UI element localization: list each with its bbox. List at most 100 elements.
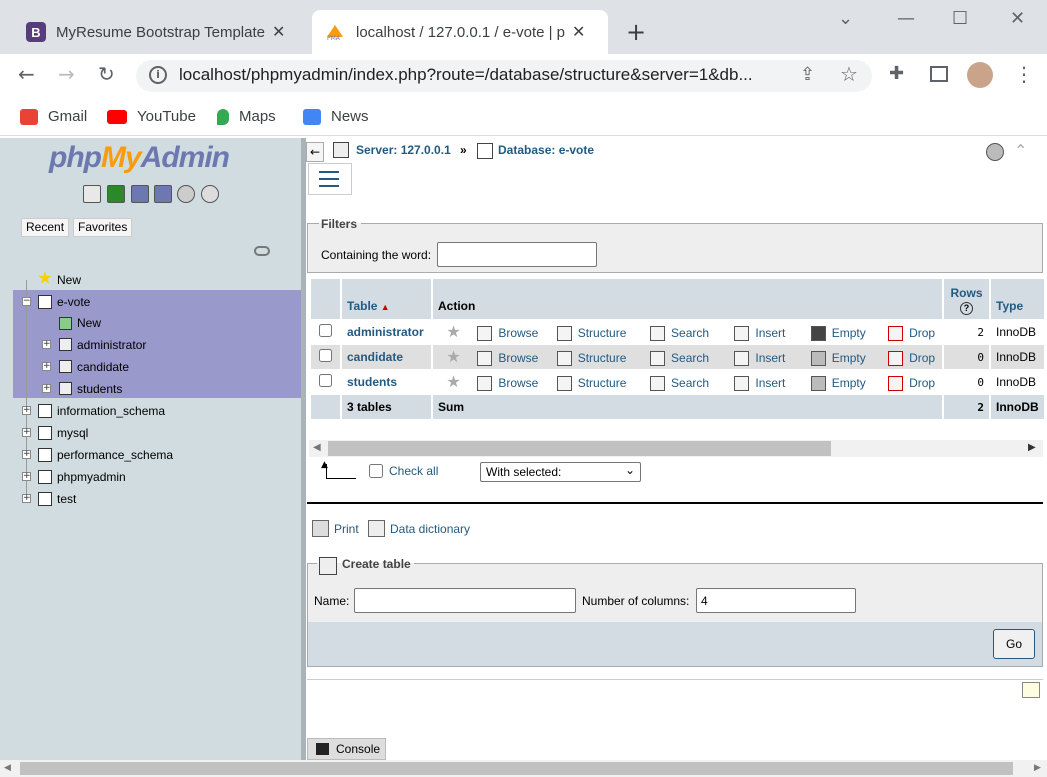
docs-icon[interactable] [131, 185, 149, 203]
bookmark-gmail[interactable]: Gmail [20, 108, 87, 125]
scrollbar-thumb[interactable] [328, 441, 831, 456]
insert-link[interactable]: Insert [755, 326, 785, 340]
insert-link[interactable]: Insert [755, 351, 785, 365]
insert-link[interactable]: Insert [755, 376, 785, 390]
reload-nav-icon[interactable] [201, 185, 219, 203]
empty-link[interactable]: Empty [832, 326, 866, 340]
drop-link[interactable]: Drop [909, 351, 935, 365]
browse-link[interactable]: Browse [498, 376, 538, 390]
structure-link[interactable]: Structure [578, 351, 627, 365]
collapse-icon[interactable]: − [22, 297, 31, 306]
with-selected-select[interactable]: With selected: ⌄ [480, 462, 641, 482]
tab-myresume[interactable]: B MyResume Bootstrap Template - ✕ [14, 10, 310, 54]
notes-icon[interactable] [1022, 682, 1040, 698]
home-icon[interactable] [83, 185, 101, 203]
phpmyadmin-logo[interactable]: phpMyAdmin [49, 141, 230, 175]
new-table-link[interactable]: New [77, 316, 101, 330]
back-icon[interactable]: ← [18, 62, 35, 86]
share-icon[interactable]: ⇪ [800, 64, 815, 85]
new-tab-button[interactable]: + [626, 18, 646, 46]
nav-db-information-schema[interactable]: information_schema [57, 404, 165, 418]
row-checkbox[interactable] [319, 324, 332, 337]
close-window-icon[interactable]: ✕ [1010, 8, 1025, 29]
scroll-right-icon[interactable]: ▶ [1028, 442, 1036, 453]
favorite-star-icon[interactable]: ★ [433, 372, 474, 392]
maximize-icon[interactable]: ☐ [952, 8, 968, 29]
structure-link[interactable]: Structure [578, 376, 627, 390]
table-name-input[interactable] [354, 588, 576, 613]
browse-link[interactable]: Browse [498, 326, 538, 340]
bookmark-maps[interactable]: Maps [217, 108, 276, 125]
forward-icon[interactable]: → [58, 62, 75, 86]
collapse-nav-icon[interactable]: ← [306, 142, 324, 162]
data-dictionary-link[interactable]: Data dictionary [390, 522, 470, 536]
search-link[interactable]: Search [671, 326, 709, 340]
expand-icon[interactable]: + [42, 340, 51, 349]
expand-icon[interactable]: + [42, 384, 51, 393]
check-all-label[interactable]: Check all [389, 464, 438, 478]
search-link[interactable]: Search [671, 351, 709, 365]
expand-icon[interactable]: + [42, 362, 51, 371]
bookmark-news[interactable]: News [303, 108, 369, 125]
breadcrumb-database[interactable]: Database: e-vote [498, 143, 594, 157]
drop-link[interactable]: Drop [909, 376, 935, 390]
columns-input[interactable] [696, 588, 856, 613]
tab-search-icon[interactable]: ⌄ [838, 8, 853, 29]
settings-icon[interactable] [177, 185, 195, 203]
menu-kebab-icon[interactable]: ⋮ [1014, 62, 1034, 86]
check-all-checkbox[interactable] [369, 464, 383, 478]
minimize-icon[interactable]: — [897, 8, 915, 29]
empty-link[interactable]: Empty [832, 376, 866, 390]
extensions-icon[interactable]: ✚ [889, 63, 904, 84]
row-checkbox[interactable] [319, 349, 332, 362]
link-icon[interactable] [254, 246, 270, 256]
table-name-link[interactable]: administrator [347, 325, 424, 339]
browse-link[interactable]: Browse [498, 351, 538, 365]
go-button[interactable]: Go [993, 629, 1035, 659]
filter-input[interactable] [437, 242, 597, 267]
close-tab-icon[interactable]: ✕ [572, 22, 585, 42]
breadcrumb-server[interactable]: Server: 127.0.0.1 [356, 143, 451, 157]
nav-db-e-vote[interactable]: e-vote [57, 295, 90, 309]
nav-table-administrator[interactable]: administrator [77, 338, 146, 352]
search-link[interactable]: Search [671, 376, 709, 390]
expand-icon[interactable]: + [22, 472, 31, 481]
scrollbar-thumb[interactable] [20, 762, 1013, 775]
row-checkbox[interactable] [319, 374, 332, 387]
scroll-top-icon[interactable]: ⌃ [1014, 141, 1027, 160]
expand-icon[interactable]: + [22, 428, 31, 437]
new-database-link[interactable]: New [57, 273, 81, 287]
bookmark-youtube[interactable]: YouTube [107, 108, 196, 125]
help-icon[interactable]: ? [960, 302, 973, 315]
panel-splitter[interactable] [301, 138, 306, 760]
nav-db-test[interactable]: test [57, 492, 76, 506]
expand-icon[interactable]: + [22, 450, 31, 459]
header-rows[interactable]: Rows? [944, 279, 989, 319]
site-info-icon[interactable]: i [149, 66, 167, 84]
table-name-link[interactable]: candidate [347, 350, 403, 364]
table-name-link[interactable]: students [347, 375, 397, 389]
side-panel-icon[interactable] [930, 66, 948, 82]
scroll-left-icon[interactable]: ◀ [313, 442, 321, 453]
close-tab-icon[interactable]: ✕ [272, 22, 285, 42]
avatar[interactable] [967, 62, 993, 88]
nav-db-performance-schema[interactable]: performance_schema [57, 448, 173, 462]
tab-phpmyadmin[interactable]: PMA localhost / 127.0.0.1 / e-vote | ph … [312, 10, 608, 54]
scroll-left-icon[interactable]: ◀ [4, 763, 11, 773]
expand-icon[interactable]: + [22, 406, 31, 415]
scroll-right-icon[interactable]: ▶ [1034, 763, 1041, 773]
header-type[interactable]: Type [991, 279, 1044, 319]
reload-icon[interactable]: ↻ [98, 62, 115, 86]
nav-db-phpmyadmin[interactable]: phpmyadmin [57, 470, 126, 484]
nav-table-students[interactable]: students [77, 382, 122, 396]
settings-icon[interactable] [986, 143, 1004, 161]
nav-table-candidate[interactable]: candidate [77, 360, 129, 374]
empty-link[interactable]: Empty [832, 351, 866, 365]
sql-docs-icon[interactable] [154, 185, 172, 203]
print-link[interactable]: Print [334, 522, 359, 536]
nav-db-mysql[interactable]: mysql [57, 426, 88, 440]
expand-icon[interactable]: + [22, 494, 31, 503]
drop-link[interactable]: Drop [909, 326, 935, 340]
header-table[interactable]: Table ▲ [342, 279, 431, 319]
recent-button[interactable]: Recent [21, 218, 70, 237]
